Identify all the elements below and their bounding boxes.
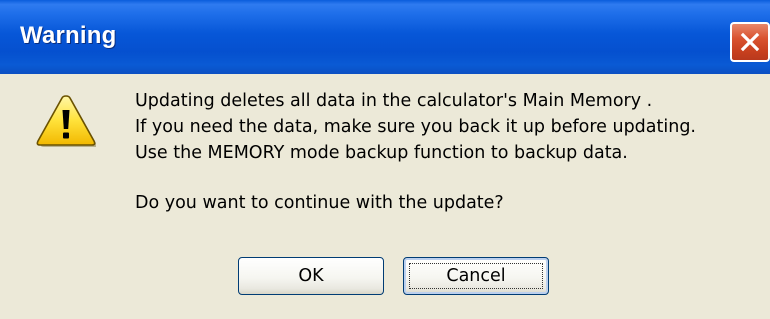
- message-line: If you need the data, make sure you back…: [135, 117, 696, 137]
- warning-icon: [36, 95, 96, 147]
- cancel-button[interactable]: Cancel: [403, 257, 549, 295]
- confirmation-question: Do you want to continue with the update?: [135, 193, 504, 213]
- title-bar[interactable]: Warning: [0, 0, 770, 74]
- warning-dialog: Warning Updating deletes all data in the…: [0, 0, 770, 319]
- ok-button[interactable]: OK: [238, 257, 384, 295]
- dialog-body: Updating deletes all data in the calcula…: [0, 74, 770, 319]
- dialog-message: Updating deletes all data in the calcula…: [135, 88, 765, 216]
- window-title: Warning: [20, 22, 117, 49]
- cancel-button-label: Cancel: [446, 266, 506, 286]
- message-line: Use the MEMORY mode backup function to b…: [135, 143, 628, 163]
- message-line: Updating deletes all data in the calcula…: [135, 91, 653, 111]
- close-button[interactable]: [730, 22, 770, 62]
- close-icon: [740, 32, 760, 52]
